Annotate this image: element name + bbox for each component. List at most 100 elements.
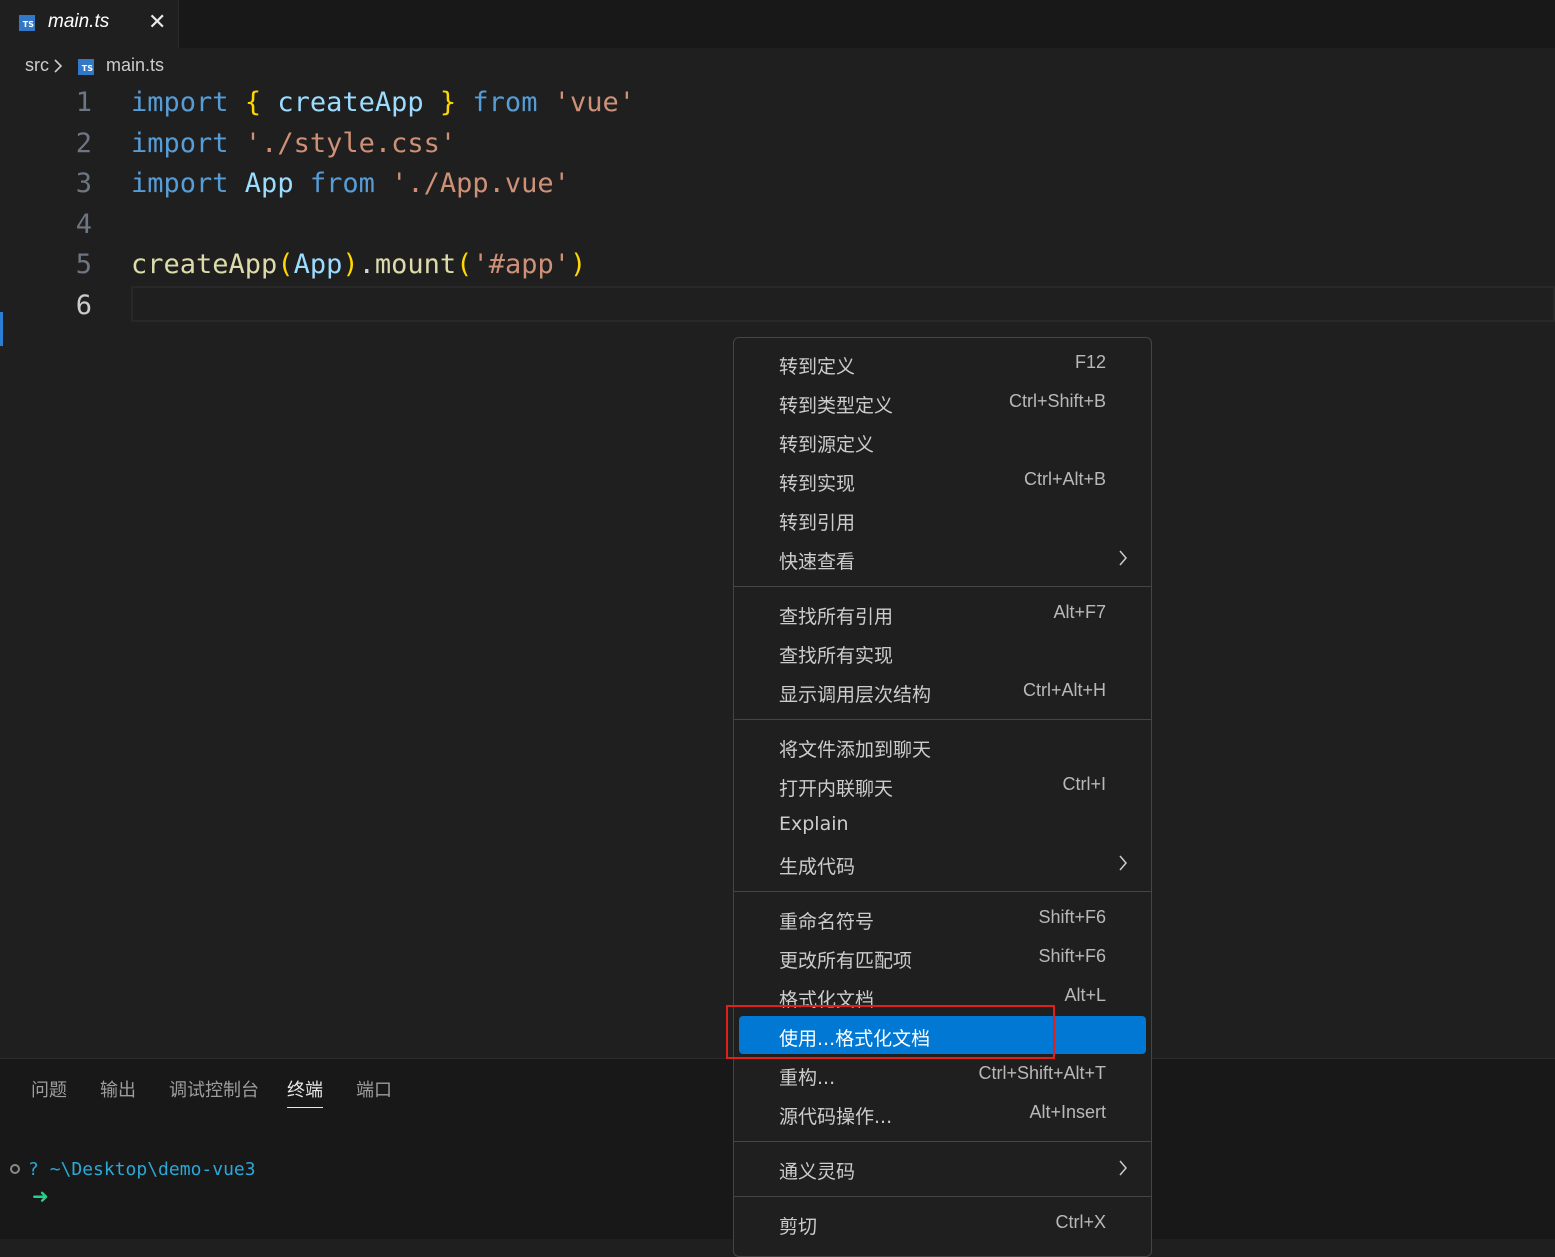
menu-item-label: 更改所有匹配项: [779, 950, 913, 972]
breadcrumb-file[interactable]: main.ts: [106, 55, 164, 76]
code-token: ): [569, 249, 587, 280]
menu-item-shortcut: F12: [1074, 352, 1106, 372]
menu-item-label: 打开内联聊天: [779, 778, 894, 800]
menu-item-shortcut: Shift+F6: [1038, 946, 1106, 966]
editor-tab-bar: TS main.ts ✕: [0, 0, 1555, 48]
menu-item-label: 生成代码: [779, 856, 856, 878]
terminal-prompt-line[interactable]: ? ~\Desktop\demo-vue3: [10, 1159, 256, 1180]
code-token: createApp: [261, 87, 440, 118]
code-token: import: [131, 87, 229, 118]
tab-terminal[interactable]: 终端: [287, 1076, 323, 1108]
menu-item-label: 通义灵码: [779, 1161, 856, 1183]
arrow-right-icon: ➜: [32, 1184, 49, 1208]
menu-item-go-to-implementation[interactable]: 转到实现 Ctrl+Alt+B: [739, 461, 1146, 499]
menu-item-tongyi-lingma[interactable]: 通义灵码: [739, 1149, 1146, 1187]
code-token: mount: [374, 249, 457, 280]
code-token: './style.css': [244, 128, 457, 159]
tab-problems[interactable]: 问题: [31, 1076, 67, 1102]
code-token: from: [472, 87, 538, 118]
menu-item-label: 快速查看: [779, 551, 856, 573]
menu-item-go-to-definition[interactable]: 转到定义 F12: [739, 344, 1146, 382]
menu-item-find-all-references[interactable]: 查找所有引用 Alt+F7: [739, 594, 1146, 632]
menu-item-go-to-type-definition[interactable]: 转到类型定义 Ctrl+Shift+B: [739, 383, 1146, 421]
menu-item-shortcut: Ctrl+X: [1055, 1212, 1106, 1232]
breadcrumb: src TS main.ts: [0, 50, 1555, 82]
tab-ports[interactable]: 端口: [356, 1076, 392, 1102]
menu-item-peek[interactable]: 快速查看: [739, 539, 1146, 577]
tab-debug-console[interactable]: 调试控制台: [169, 1076, 259, 1102]
menu-item-open-inline-chat[interactable]: 打开内联聊天 Ctrl+I: [739, 766, 1146, 804]
close-icon[interactable]: ✕: [148, 10, 166, 36]
menu-item-shortcut: Ctrl+I: [1062, 774, 1106, 794]
code-token: from: [309, 168, 375, 199]
tab-output[interactable]: 输出: [100, 1076, 136, 1102]
code-line-3[interactable]: import App from './App.vue': [131, 168, 570, 199]
circle-icon: [10, 1164, 20, 1174]
code-token: {: [244, 87, 262, 118]
menu-item-shortcut: Alt+L: [1064, 985, 1106, 1005]
chevron-right-icon: [1118, 855, 1128, 875]
menu-item-shortcut: Alt+Insert: [1029, 1102, 1106, 1122]
menu-item-refactor[interactable]: 重构... Ctrl+Shift+Alt+T: [739, 1055, 1146, 1093]
menu-item-label: 转到实现: [779, 473, 856, 495]
tab-main-ts[interactable]: TS main.ts ✕: [0, 0, 179, 48]
chevron-right-icon: [1118, 1160, 1128, 1180]
menu-item-label: 将文件添加到聊天: [779, 739, 932, 761]
tab-label: main.ts: [48, 11, 110, 32]
menu-item-label: 转到定义: [779, 356, 856, 378]
code-line-5[interactable]: createApp(App).mount('#app'): [131, 249, 586, 280]
menu-item-shortcut: Shift+F6: [1038, 907, 1106, 927]
breadcrumb-folder[interactable]: src: [25, 55, 49, 76]
menu-item-shortcut: Alt+F7: [1053, 602, 1106, 622]
menu-item-go-to-source-definition[interactable]: 转到源定义: [739, 422, 1146, 460]
line-number: 2: [75, 128, 92, 159]
context-menu: 转到定义 F12 转到类型定义 Ctrl+Shift+B 转到源定义 转到实现 Ctr…: [733, 337, 1152, 1257]
menu-item-rename-symbol[interactable]: 重命名符号 Shift+F6: [739, 899, 1146, 937]
code-token: 'vue': [553, 87, 635, 118]
line-number: 5: [75, 249, 92, 280]
menu-item-explain[interactable]: Explain: [739, 805, 1146, 843]
line-number: 4: [75, 209, 92, 240]
menu-item-find-all-implementations[interactable]: 查找所有实现: [739, 633, 1146, 671]
ts-file-icon: TS: [19, 15, 35, 31]
menu-item-label: 查找所有引用: [779, 606, 894, 628]
code-token: App: [228, 168, 310, 199]
menu-item-label: 转到类型定义: [779, 395, 894, 417]
menu-item-show-call-hierarchy[interactable]: 显示调用层次结构 Ctrl+Alt+H: [739, 672, 1146, 710]
menu-separator: [734, 891, 1151, 892]
menu-item-shortcut: Ctrl+Alt+B: [1023, 469, 1106, 489]
menu-separator: [734, 1196, 1151, 1197]
code-line-1[interactable]: import { createApp } from 'vue': [131, 87, 635, 118]
menu-item-cut[interactable]: 剪切 Ctrl+X: [739, 1204, 1146, 1242]
code-line-2[interactable]: import './style.css': [131, 128, 456, 159]
code-token: .: [358, 249, 375, 280]
terminal-glyph: ?: [28, 1159, 39, 1180]
code-token: ): [342, 249, 359, 280]
menu-item-generate-code[interactable]: 生成代码: [739, 844, 1146, 882]
menu-item-add-file-to-chat[interactable]: 将文件添加到聊天: [739, 727, 1146, 765]
menu-item-label: 源代码操作...: [779, 1106, 893, 1128]
menu-item-label: 转到引用: [779, 512, 856, 534]
code-token: (: [456, 249, 473, 280]
line-number-active: 6: [75, 290, 92, 321]
line-number: 3: [75, 168, 92, 199]
menu-item-shortcut: Ctrl+Shift+B: [1008, 391, 1106, 411]
menu-item-label: 显示调用层次结构: [779, 684, 932, 706]
chevron-right-icon: [52, 58, 64, 74]
menu-item-source-action[interactable]: 源代码操作... Alt+Insert: [739, 1094, 1146, 1132]
code-token: }: [439, 87, 457, 118]
menu-item-label: 重命名符号: [779, 911, 875, 933]
menu-item-change-all-occurrences[interactable]: 更改所有匹配项 Shift+F6: [739, 938, 1146, 976]
menu-item-go-to-references[interactable]: 转到引用: [739, 500, 1146, 538]
code-token: (: [277, 249, 294, 280]
menu-item-label: 转到源定义: [779, 434, 875, 456]
menu-separator: [734, 1141, 1151, 1142]
menu-item-label: 剪切: [779, 1216, 818, 1238]
code-token: createApp: [131, 249, 278, 280]
code-token: import: [131, 168, 229, 199]
annotation-highlight-box: [726, 1005, 1055, 1059]
menu-item-label: Explain: [779, 813, 849, 835]
